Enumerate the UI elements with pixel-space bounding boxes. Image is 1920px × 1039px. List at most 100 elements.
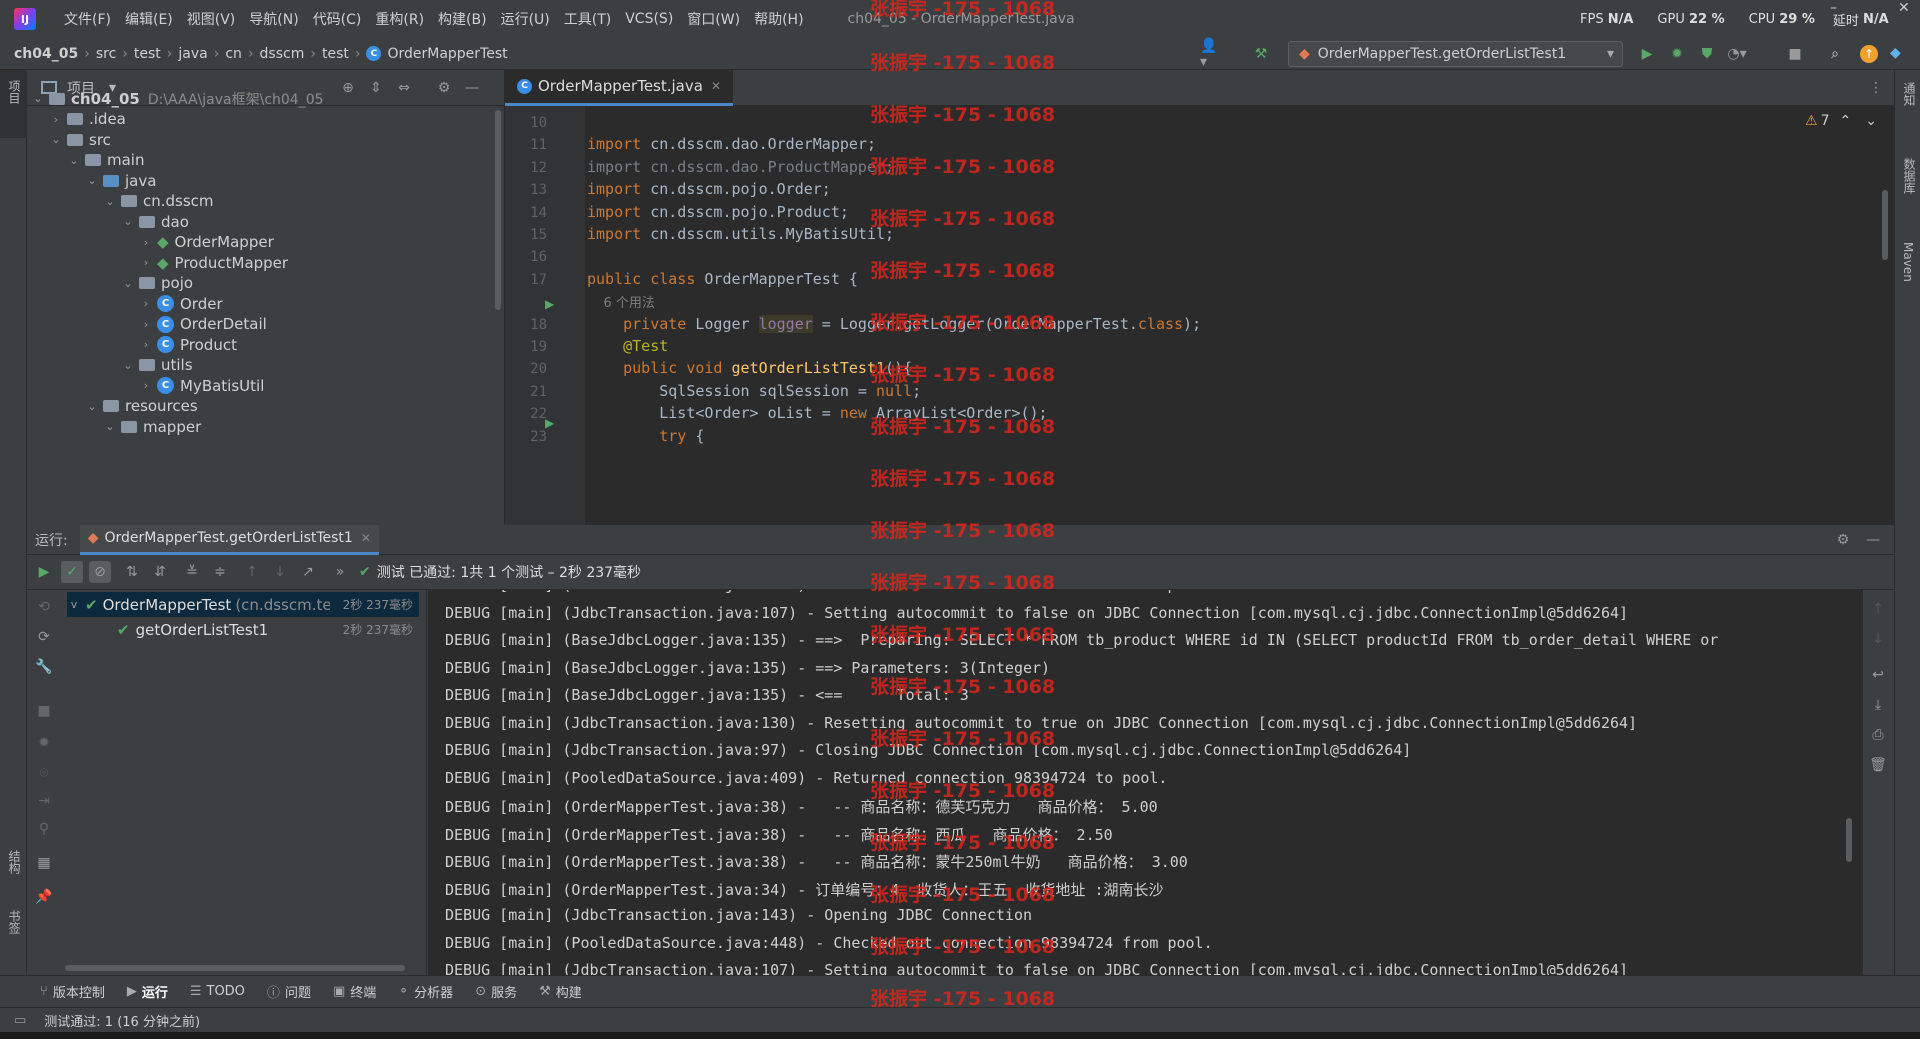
hide-icon[interactable]: — bbox=[461, 77, 483, 99]
run-icon[interactable]: ▶ bbox=[1636, 43, 1658, 65]
close-button[interactable]: ✕ bbox=[1898, 0, 1910, 16]
exit-icon[interactable]: ⇥ bbox=[33, 790, 55, 812]
minimize-button[interactable]: – bbox=[1830, 0, 1837, 16]
chevron-down-icon[interactable]: ⌄ bbox=[31, 92, 45, 105]
bottom-tab-run[interactable]: ▶ 运行 bbox=[127, 982, 168, 1001]
bottom-tab-services[interactable]: ⊙ 服务 bbox=[475, 982, 517, 1001]
test-tree-scrollbar[interactable] bbox=[65, 965, 405, 971]
expand-all-icon[interactable]: ≚ bbox=[181, 561, 203, 583]
menu-item[interactable]: 代码(C) bbox=[313, 9, 362, 29]
sidebar-tab-project[interactable]: 项目 bbox=[6, 80, 23, 104]
rerun-icon[interactable]: ▶ bbox=[33, 561, 55, 583]
chevron-down-icon[interactable]: ⌄ bbox=[85, 174, 99, 187]
stop-icon[interactable]: ■ bbox=[33, 700, 55, 722]
expand-all-icon[interactable]: ⇕ bbox=[365, 77, 387, 99]
editor-scrollbar[interactable] bbox=[1882, 190, 1888, 260]
sidebar-tab-bookmarks[interactable]: 书签 bbox=[6, 910, 23, 934]
breadcrumb-item[interactable]: dsscm bbox=[260, 46, 305, 62]
scroll-to-end-icon[interactable]: ⤓ bbox=[1867, 694, 1889, 716]
scroll-up-icon[interactable]: ↑ bbox=[1867, 598, 1889, 620]
next-test-icon[interactable]: ↓ bbox=[269, 561, 291, 583]
menu-item[interactable]: 文件(F) bbox=[64, 9, 111, 29]
chevron-right-icon[interactable]: › bbox=[49, 113, 63, 126]
bottom-tab-build[interactable]: ⚒ 构建 bbox=[539, 982, 582, 1001]
trash-icon[interactable]: 🗑 bbox=[1867, 754, 1889, 776]
chevron-right-icon[interactable]: › bbox=[139, 256, 153, 269]
chevron-down-icon[interactable]: ⌄ bbox=[103, 420, 117, 433]
menu-item[interactable]: 构建(B) bbox=[438, 9, 487, 29]
previous-icon[interactable]: ⌃ bbox=[1839, 113, 1851, 129]
sort-duration-icon[interactable]: ⇵ bbox=[149, 561, 171, 583]
console-output[interactable]: DEBUG [main] (PooledDataSource.java:448)… bbox=[428, 590, 1863, 975]
chevron-down-icon[interactable]: ⌄ bbox=[121, 277, 135, 290]
breadcrumb-item[interactable]: test bbox=[134, 46, 161, 62]
rerun-failed-icon[interactable]: ⟲ bbox=[33, 596, 55, 618]
scroll-down-icon[interactable]: ↓ bbox=[1867, 628, 1889, 650]
bottom-tab-terminal[interactable]: ▣ 终端 bbox=[333, 982, 376, 1001]
sidebar-tab-structure[interactable]: 结构 bbox=[6, 850, 23, 874]
coverage-icon[interactable]: ⛊ bbox=[1696, 43, 1718, 65]
tree-scrollbar[interactable] bbox=[495, 110, 501, 310]
chevron-down-icon[interactable]: ⌄ bbox=[121, 215, 135, 228]
status-icon[interactable]: ▭ bbox=[14, 1013, 26, 1028]
menu-item[interactable]: 帮助(H) bbox=[754, 9, 803, 29]
search-icon[interactable]: ⌕ bbox=[1824, 43, 1846, 65]
pin-icon[interactable]: 📌 bbox=[33, 886, 55, 908]
soft-wrap-icon[interactable]: ↩ bbox=[1867, 664, 1889, 686]
user-icon[interactable]: 👤▾ bbox=[1200, 38, 1222, 70]
tree-item[interactable]: ⌄ mapper bbox=[103, 414, 201, 439]
run-gutter-icon[interactable]: ▶ bbox=[545, 416, 554, 430]
chevron-down-icon[interactable]: v bbox=[67, 598, 81, 611]
more-icon[interactable]: » bbox=[329, 561, 351, 583]
build-hammer-icon[interactable]: ⚒ bbox=[1250, 43, 1272, 65]
run-gutter-icon[interactable]: ▶ bbox=[545, 297, 554, 311]
wrench-icon[interactable]: 🔧 bbox=[33, 656, 55, 678]
breadcrumb-item[interactable]: cn bbox=[225, 46, 242, 62]
chevron-down-icon[interactable]: ⌄ bbox=[103, 195, 117, 208]
menu-item[interactable]: 运行(U) bbox=[501, 9, 550, 29]
debug-icon[interactable]: ✹ bbox=[1666, 43, 1688, 65]
chevron-down-icon[interactable]: ⌄ bbox=[49, 133, 63, 146]
breadcrumb-item[interactable]: OrderMapperTest bbox=[387, 46, 507, 62]
console-scrollbar[interactable] bbox=[1846, 818, 1852, 862]
layout-icon[interactable]: ▦ bbox=[33, 852, 55, 874]
menu-item[interactable]: 工具(T) bbox=[564, 9, 611, 29]
test-case-row[interactable]: ✔ getOrderListTest1 2秒 237毫秒 bbox=[117, 617, 419, 642]
chevron-down-icon[interactable]: ⌄ bbox=[85, 400, 99, 413]
hide-icon[interactable]: — bbox=[1862, 529, 1884, 551]
update-icon[interactable]: ↑ bbox=[1860, 45, 1878, 63]
sidebar-tab-notifications[interactable]: 通知 bbox=[1901, 82, 1918, 106]
bottom-tab-profiler[interactable]: ⚬ 分析器 bbox=[398, 982, 453, 1001]
chevron-right-icon[interactable]: › bbox=[139, 338, 153, 351]
bottom-tab-todo[interactable]: ☰ TODO bbox=[190, 984, 245, 999]
collapse-all-icon[interactable]: ⇔ bbox=[393, 77, 415, 99]
stop-icon[interactable]: ■ bbox=[1784, 43, 1806, 65]
close-tab-icon[interactable]: ✕ bbox=[361, 531, 371, 545]
zoom-icon[interactable]: ⚲ bbox=[33, 818, 55, 840]
breadcrumb-item[interactable]: ch04_05 bbox=[14, 46, 78, 62]
menu-item[interactable]: 窗口(W) bbox=[687, 9, 740, 29]
next-icon[interactable]: ⌄ bbox=[1865, 113, 1877, 129]
chevron-right-icon[interactable]: › bbox=[139, 318, 153, 331]
bottom-tab-problems[interactable]: ⓘ 问题 bbox=[267, 982, 311, 1001]
import-tests-icon[interactable]: ↗ bbox=[297, 561, 319, 583]
show-ignored-icon[interactable]: ⊘ bbox=[89, 561, 111, 583]
profile-icon[interactable]: ◔▾ bbox=[1726, 43, 1748, 65]
more-options-icon[interactable]: ⋮ bbox=[1865, 77, 1887, 99]
sort-alpha-icon[interactable]: ⇅ bbox=[121, 561, 143, 583]
gear-icon[interactable]: ⚙ bbox=[1832, 529, 1854, 551]
inspection-widget[interactable]: ⚠ 7 ⌃ ⌄ bbox=[1805, 113, 1877, 129]
menu-item[interactable]: 视图(V) bbox=[187, 9, 236, 29]
collapse-all-icon[interactable]: ≑ bbox=[209, 561, 231, 583]
breadcrumb-item[interactable]: java bbox=[178, 46, 207, 62]
run-config-select[interactable]: ◆ OrderMapperTest.getOrderListTest1 ▾ bbox=[1288, 41, 1623, 67]
chevron-down-icon[interactable]: ⌄ bbox=[67, 154, 81, 167]
breadcrumb-item[interactable]: src bbox=[96, 46, 116, 62]
chevron-right-icon[interactable]: › bbox=[139, 236, 153, 249]
gear-icon[interactable]: ⚙ bbox=[433, 77, 455, 99]
sidebar-tab-maven[interactable]: Maven bbox=[1901, 242, 1915, 282]
close-tab-icon[interactable]: ✕ bbox=[711, 79, 721, 93]
camera-icon[interactable]: ⌾ bbox=[33, 762, 55, 784]
menu-item[interactable]: VCS(S) bbox=[625, 11, 673, 27]
plugin-icon[interactable]: ◆ bbox=[1890, 45, 1901, 61]
